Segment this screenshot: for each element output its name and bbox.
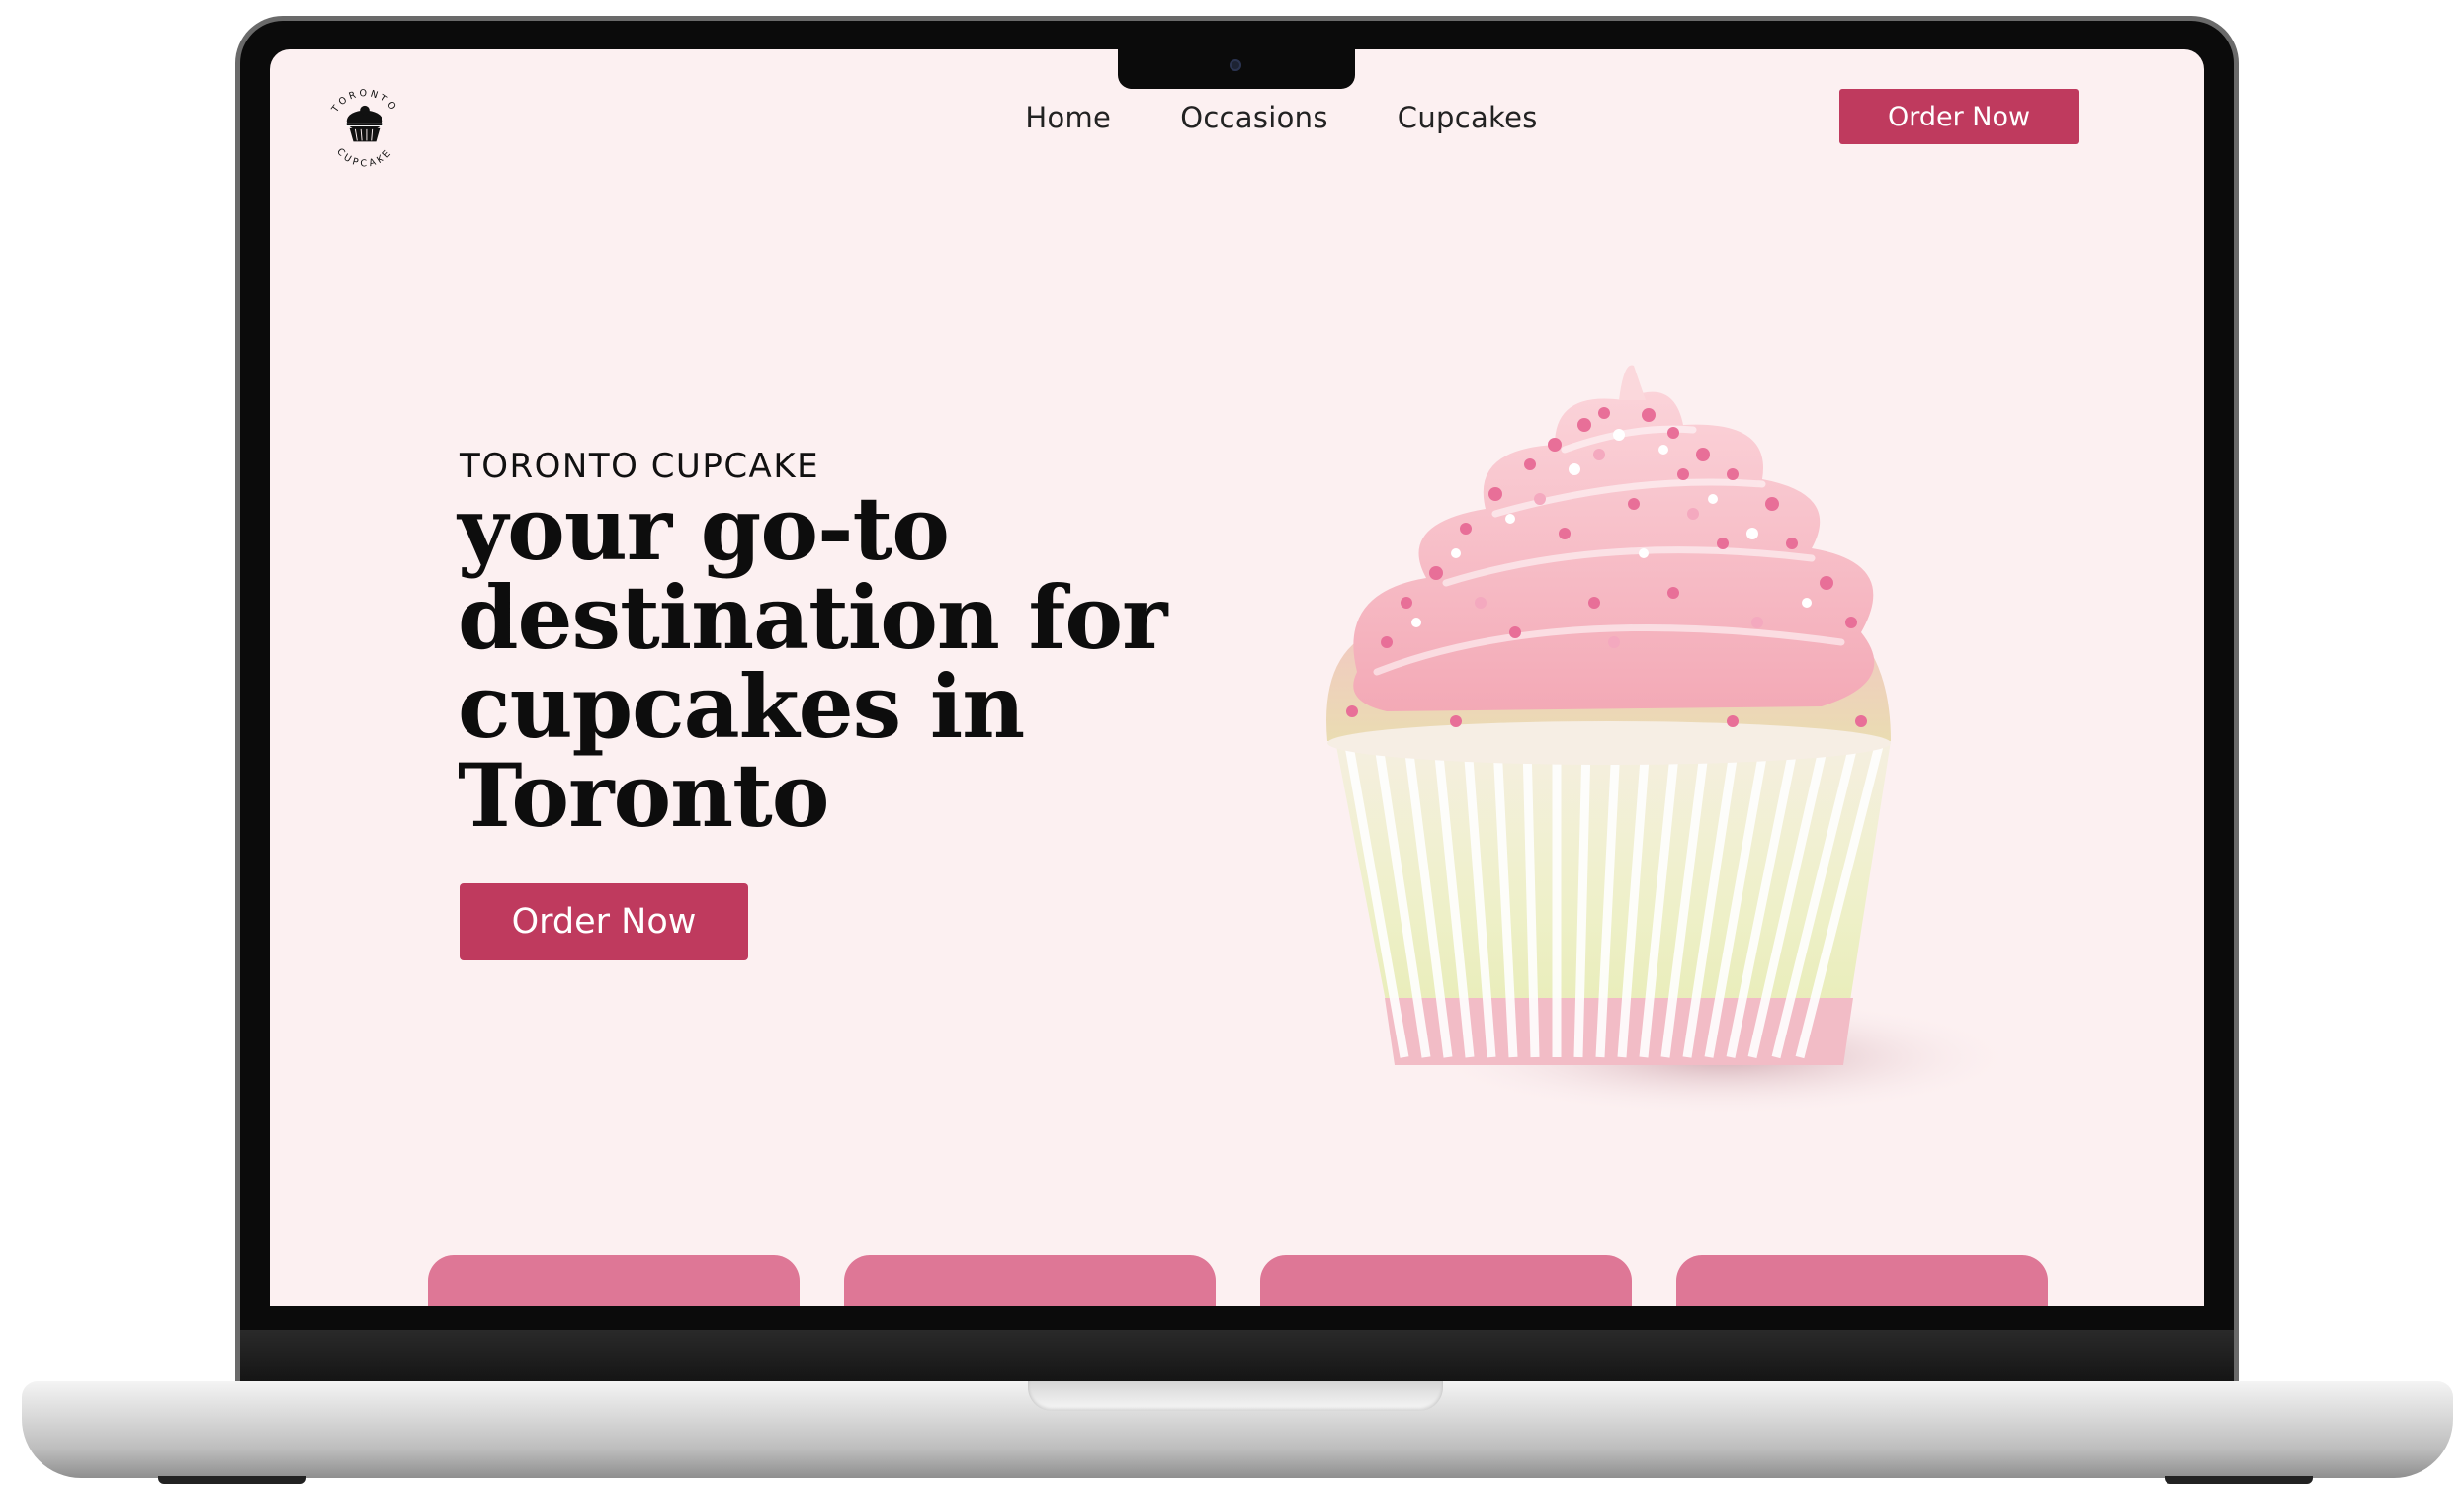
category-card-3[interactable] — [1260, 1255, 1632, 1306]
laptop-chin — [240, 1330, 2234, 1383]
category-card-1[interactable] — [428, 1255, 800, 1306]
camera-icon — [1230, 59, 1241, 71]
laptop-opening-lip — [1028, 1381, 1443, 1411]
logo-bottom-text: CUPCAKE — [334, 146, 392, 169]
laptop-foot-left — [158, 1476, 306, 1484]
category-card-4[interactable] — [1676, 1255, 2048, 1306]
cupcake-image — [1326, 365, 2019, 1117]
laptop-foot-right — [2165, 1476, 2313, 1484]
nav-occasions-link[interactable]: Occasions — [1180, 101, 1328, 134]
svg-text:CUPCAKE: CUPCAKE — [334, 146, 395, 169]
hero-headline: your go-to destination for cupcakes in T… — [458, 477, 1167, 847]
nav-order-now-button[interactable]: Order Now — [1839, 89, 2079, 144]
nav-home-link[interactable]: Home — [1025, 101, 1111, 134]
nav-cupcakes-link[interactable]: Cupcakes — [1398, 101, 1538, 134]
laptop-screen: TORONTO CUPCAKE Home Occasions Cupcakes … — [270, 49, 2204, 1306]
camera-notch — [1118, 49, 1355, 89]
hero-order-now-button[interactable]: Order Now — [460, 883, 748, 960]
category-card-2[interactable] — [844, 1255, 1216, 1306]
